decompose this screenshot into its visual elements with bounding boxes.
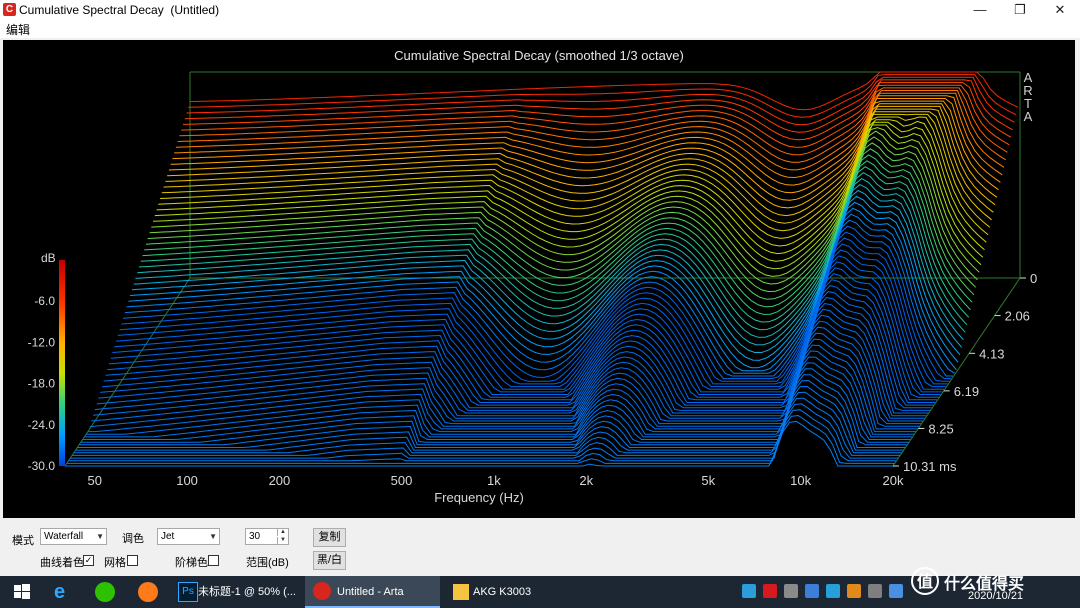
curve-color-checkbox[interactable]: ✓ xyxy=(83,555,94,566)
window-title: Cumulative Spectral Decay (Untitled) xyxy=(19,3,220,17)
watermark-logo-icon: 值 xyxy=(911,567,939,595)
range-label: 范围(dB) xyxy=(246,557,289,569)
tray-app-icon[interactable] xyxy=(742,584,756,598)
plot-title: Cumulative Spectral Decay (smoothed 1/3 … xyxy=(394,48,684,63)
z-tick-label: 2.06 xyxy=(1005,309,1030,324)
tray-app-icon[interactable] xyxy=(847,584,861,598)
decay-slice-line xyxy=(114,255,943,393)
z-tick-label: 10.31 ms xyxy=(903,459,957,474)
copy-button[interactable]: 复制 xyxy=(313,528,346,547)
site-watermark: 值 什么值得买 xyxy=(910,566,1080,596)
folder-icon xyxy=(453,584,469,600)
ie-browser-icon[interactable]: e xyxy=(54,582,74,602)
range-spinner[interactable]: 30 ▲ ▼ xyxy=(245,528,289,545)
z-tick-label: 4.13 xyxy=(979,346,1004,361)
y-tick-label: -6.0 xyxy=(34,294,55,308)
y-tick-label: -24.0 xyxy=(28,418,56,432)
tray-app-icon[interactable] xyxy=(889,584,903,598)
x-tick-label: 200 xyxy=(269,473,291,488)
arta-app-icon: C xyxy=(3,3,16,16)
taskbar-arta[interactable]: Untitled - Arta xyxy=(305,576,440,608)
x-tick-label: 1k xyxy=(487,473,501,488)
frame-line xyxy=(892,277,1021,467)
curve-color-label: 曲线着色 xyxy=(40,557,84,569)
chevron-down-icon: ▼ xyxy=(209,532,217,541)
black-white-button[interactable]: 黑/白 xyxy=(313,551,346,570)
x-tick-label: 10k xyxy=(790,473,811,488)
taskbar-folder[interactable]: AKG K3003 xyxy=(445,576,575,608)
palette-select[interactable]: Jet ▼ xyxy=(157,528,220,545)
minimize-button[interactable]: — xyxy=(960,0,1000,20)
x-tick-label: 500 xyxy=(391,473,413,488)
mode-select-value: Waterfall xyxy=(44,531,84,542)
colorbar xyxy=(59,260,65,466)
plot-area: dB -6.0 -12.0 -18.0 -24.0 -30.0 50 100 200 500 1k 2… xyxy=(3,40,1075,518)
y-tick-label: -18.0 xyxy=(28,377,56,391)
mode-label: 模式 xyxy=(12,535,34,547)
task-label: 未标题-1 @ 50% (... xyxy=(198,586,296,598)
decay-curves xyxy=(65,71,1019,467)
photoshop-icon: Ps xyxy=(178,582,198,602)
step-color-checkbox[interactable] xyxy=(208,555,219,566)
x-axis-label: Frequency (Hz) xyxy=(434,490,524,505)
taskbar-photoshop[interactable]: Ps 未标题-1 @ 50% (... xyxy=(172,576,300,608)
y-axis-label: dB xyxy=(41,251,56,265)
menu-edit[interactable]: 编辑 xyxy=(6,21,30,38)
palette-label: 调色 xyxy=(122,533,144,545)
range-value: 30 xyxy=(249,531,261,542)
tray-adobe-icon[interactable] xyxy=(763,584,777,598)
maximize-button[interactable]: ❐ xyxy=(1000,0,1040,20)
task-label: Untitled - Arta xyxy=(337,586,404,598)
x-tick-label: 5k xyxy=(701,473,715,488)
svg-text:值: 值 xyxy=(917,572,933,591)
y-tick-label: -30.0 xyxy=(28,459,56,473)
z-tick-label: 6.19 xyxy=(954,384,979,399)
waterfall-chart: dB -6.0 -12.0 -18.0 -24.0 -30.0 50 100 200 500 1k 2… xyxy=(28,71,1037,505)
arta-watermark: ARTA xyxy=(1023,70,1033,124)
x-tick-label: 20k xyxy=(883,473,904,488)
tray-app-icon[interactable] xyxy=(784,584,798,598)
grid-label: 网格 xyxy=(104,557,126,569)
mode-select[interactable]: Waterfall ▼ xyxy=(40,528,107,545)
y-tick-label: -12.0 xyxy=(28,335,56,349)
arta-icon xyxy=(313,582,331,600)
tray-app-icon[interactable] xyxy=(826,584,840,598)
x-tick-label: 50 xyxy=(87,473,101,488)
title-bar: C Cumulative Spectral Decay (Untitled) —… xyxy=(0,0,1080,20)
tray-app-icon[interactable] xyxy=(805,584,819,598)
x-tick-label: 2k xyxy=(579,473,593,488)
menu-bar: 编辑 xyxy=(0,20,1080,38)
z-tick-label: 0 xyxy=(1030,271,1037,286)
x-tick-label: 100 xyxy=(176,473,198,488)
spin-down-icon[interactable]: ▼ xyxy=(277,537,288,544)
wechat-icon[interactable] xyxy=(95,582,115,602)
decay-slice-line xyxy=(65,420,893,467)
windows-start-icon[interactable] xyxy=(12,582,32,602)
close-button[interactable]: ✕ xyxy=(1040,0,1080,20)
task-label: AKG K3003 xyxy=(473,586,532,598)
firefox-icon[interactable] xyxy=(138,582,158,602)
tray-app-icon[interactable] xyxy=(868,584,882,598)
decay-slice-line xyxy=(142,160,971,315)
palette-select-value: Jet xyxy=(161,531,175,542)
chevron-down-icon: ▼ xyxy=(96,532,104,541)
z-tick-label: 8.25 xyxy=(928,421,953,436)
spin-up-icon[interactable]: ▲ xyxy=(277,529,288,536)
grid-checkbox[interactable] xyxy=(127,555,138,566)
watermark-text: 什么值得买 xyxy=(944,576,1025,593)
step-color-label: 阶梯色 xyxy=(175,557,208,569)
frame-line xyxy=(64,277,191,467)
